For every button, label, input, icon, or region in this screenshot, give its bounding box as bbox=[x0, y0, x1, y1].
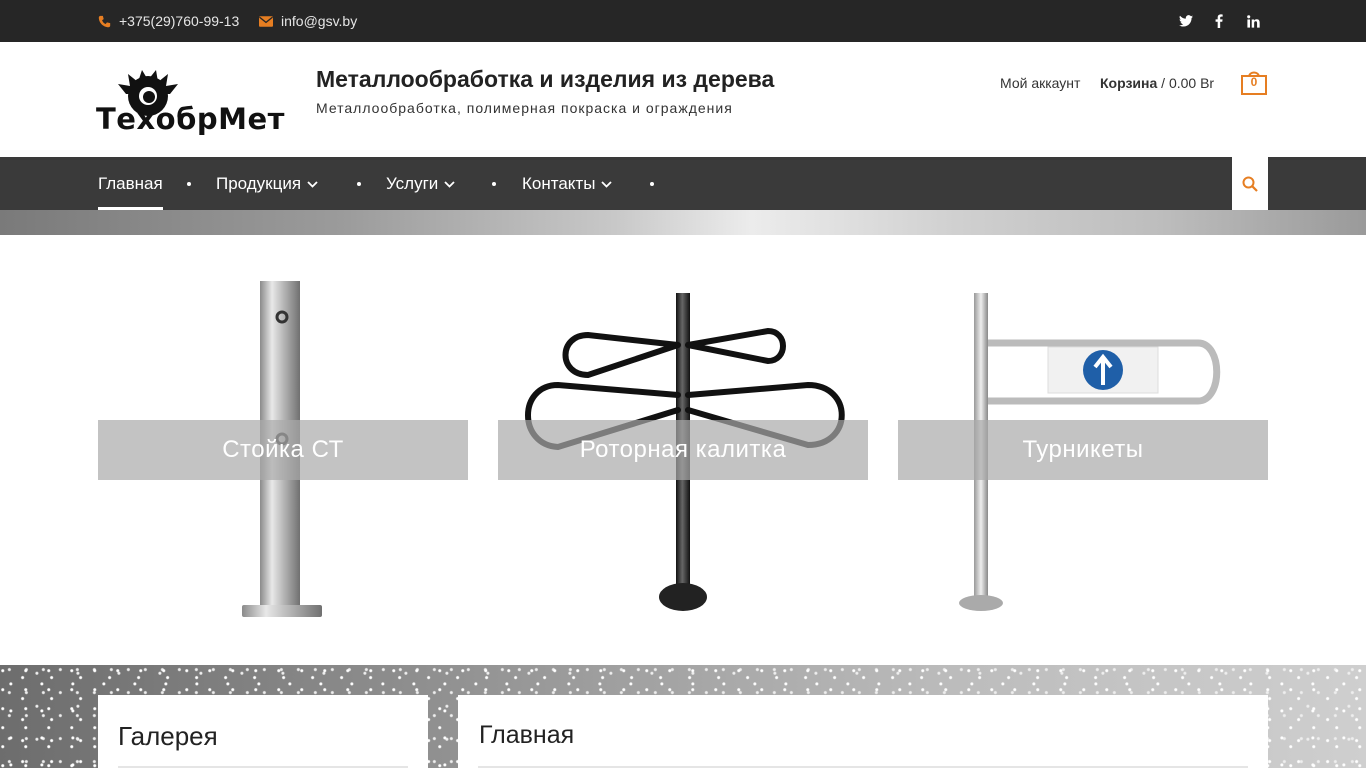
linkedin-icon bbox=[1246, 14, 1260, 28]
linkedin-link[interactable] bbox=[1243, 0, 1263, 42]
phone-icon bbox=[98, 15, 111, 27]
my-account-link[interactable]: Мой аккаунт bbox=[1000, 75, 1080, 91]
main-navigation: Главная Продукция Услуги Контакты bbox=[0, 157, 1366, 210]
cart-count-badge: 0 bbox=[1250, 75, 1258, 89]
gallery-title: Галерея bbox=[118, 721, 218, 751]
nav-item-label: Контакты bbox=[522, 173, 596, 193]
page-title: Главная bbox=[479, 721, 575, 749]
feature-card-label: Роторная калитка bbox=[498, 420, 868, 480]
nav-separator bbox=[357, 182, 361, 186]
feature-card-stand[interactable]: Стойка СТ bbox=[98, 235, 468, 665]
nav-separator bbox=[650, 182, 654, 186]
twitter-icon bbox=[1179, 15, 1193, 27]
nav-item-home[interactable]: Главная bbox=[98, 157, 163, 210]
email-address: info@gsv.by bbox=[281, 13, 358, 29]
phone-number: +375(29)760-99-13 bbox=[119, 13, 240, 29]
site-title[interactable]: Металлообработка и изделия из дерева bbox=[316, 66, 774, 93]
nav-item-label: Продукция bbox=[216, 173, 302, 193]
nav-item-products[interactable]: Продукция bbox=[216, 157, 318, 210]
nav-item-label: Услуги bbox=[386, 173, 439, 193]
email-contact[interactable]: info@gsv.by bbox=[259, 0, 357, 42]
phone-contact[interactable]: +375(29)760-99-13 bbox=[98, 0, 239, 42]
feature-card-turnstiles[interactable]: Турникеты bbox=[898, 235, 1268, 665]
envelope-icon bbox=[259, 15, 273, 27]
facebook-link[interactable] bbox=[1209, 0, 1229, 42]
search-icon bbox=[1242, 176, 1258, 192]
feature-card-rotary-gate[interactable]: Роторная калитка bbox=[498, 235, 868, 665]
site-logo[interactable]: ТехобрМет bbox=[96, 68, 296, 140]
twitter-link[interactable] bbox=[1176, 0, 1196, 42]
featured-products: Стойка СТ Роторная калитка Турникеты bbox=[0, 235, 1366, 665]
cart-label: Корзина bbox=[1100, 75, 1158, 91]
site-description: Металлообработка, полимерная покраска и … bbox=[316, 100, 733, 116]
main-content-widget: Главная bbox=[458, 695, 1268, 768]
facebook-icon bbox=[1215, 14, 1223, 28]
cart-total: / 0.00 Br bbox=[1161, 75, 1215, 91]
nav-separator bbox=[187, 182, 191, 186]
nav-item-services[interactable]: Услуги bbox=[386, 157, 455, 210]
nav-separator bbox=[492, 182, 496, 186]
nav-item-label: Главная bbox=[98, 173, 163, 193]
chevron-down-icon bbox=[601, 181, 613, 188]
hero-stripe bbox=[0, 210, 1366, 235]
search-button[interactable] bbox=[1232, 157, 1268, 210]
cart-link[interactable]: Корзина / 0.00 Br bbox=[1100, 75, 1214, 91]
logo-text: ТехобрМет bbox=[96, 102, 285, 136]
feature-card-label: Стойка СТ bbox=[98, 420, 468, 480]
gallery-widget: Галерея bbox=[98, 695, 428, 768]
chevron-down-icon bbox=[444, 181, 455, 188]
nav-item-contacts[interactable]: Контакты bbox=[522, 157, 613, 210]
top-bar: +375(29)760-99-13 info@gsv.by bbox=[0, 0, 1366, 42]
feature-card-label: Турникеты bbox=[898, 420, 1268, 480]
chevron-down-icon bbox=[307, 181, 318, 188]
site-header: ТехобрМет Металлообработка и изделия из … bbox=[0, 42, 1366, 157]
